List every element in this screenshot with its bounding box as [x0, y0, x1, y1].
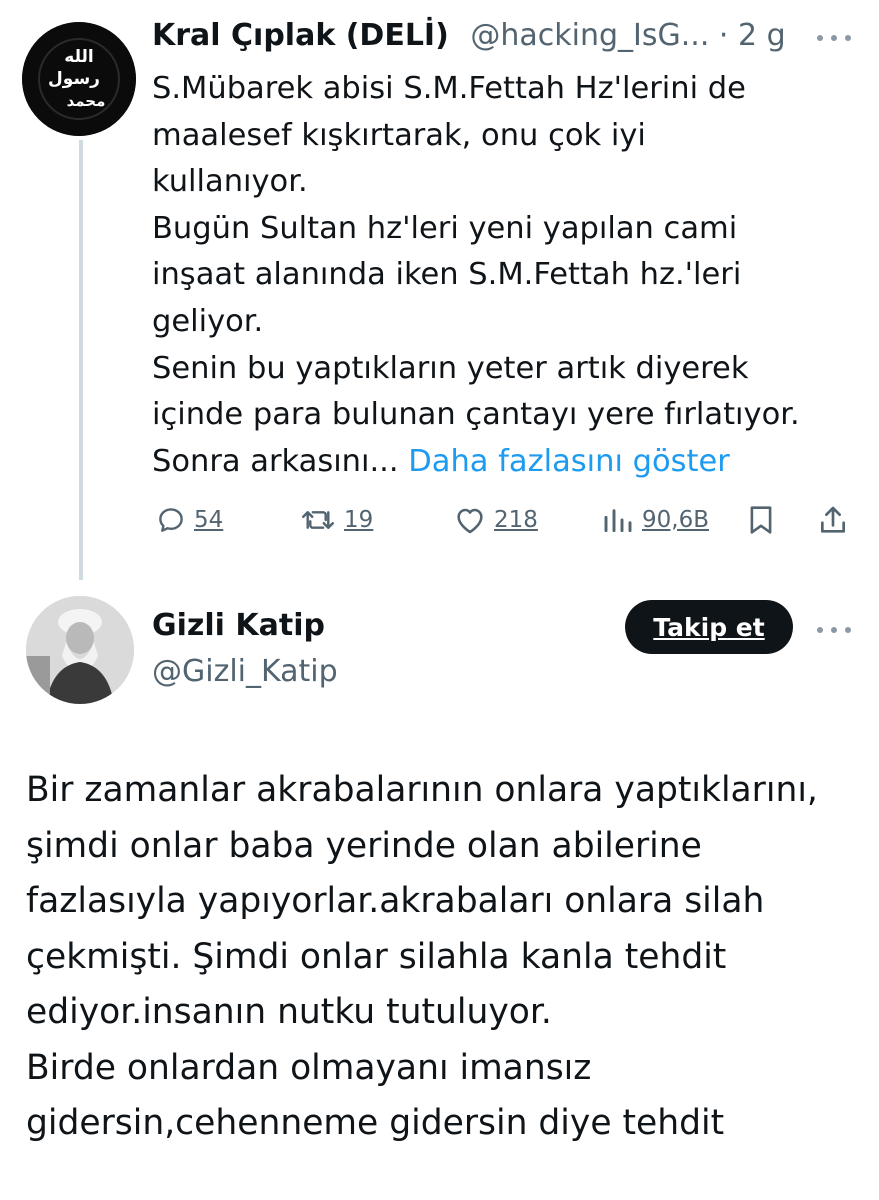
svg-text:رسول: رسول	[48, 69, 100, 89]
show-more-link[interactable]: Daha fazlasını göster	[408, 444, 730, 479]
more-icon[interactable]	[817, 624, 851, 636]
follow-button[interactable]: Takip et	[625, 600, 793, 654]
avatar[interactable]: الله رسول محمد	[22, 22, 136, 136]
views-icon	[604, 509, 632, 533]
author-handle[interactable]: @hacking_IsG...	[470, 18, 709, 53]
svg-text:الله: الله	[64, 47, 93, 67]
profile-photo	[26, 596, 134, 704]
like-count: 218	[494, 507, 538, 533]
author-name[interactable]: Gizli Katip	[152, 608, 325, 643]
tweet-body: Bir zamanlar akrabalarının onlara yaptık…	[26, 770, 818, 1143]
avatar[interactable]	[26, 596, 134, 704]
retweet-icon	[301, 511, 335, 529]
views-button[interactable]: 90,6B	[602, 498, 709, 542]
thread-line	[79, 140, 83, 580]
bookmark-icon	[750, 506, 772, 534]
author-handle[interactable]: @Gizli_Katip	[152, 654, 338, 689]
retweet-count: 19	[344, 507, 374, 533]
like-button[interactable]: 218	[454, 498, 538, 542]
tweet-body: S.Mübarek abisi S.M.Fettah Hz'lerini de …	[152, 71, 800, 479]
retweet-button[interactable]: 19	[300, 498, 373, 542]
bookmark-button[interactable]	[748, 498, 774, 542]
svg-text:محمد: محمد	[67, 92, 106, 110]
view-count: 90,6B	[642, 507, 709, 533]
share-icon	[821, 506, 846, 533]
tweet-time[interactable]: 2 g	[738, 18, 786, 53]
reply-count: 54	[194, 507, 224, 533]
meta-separator: ·	[709, 18, 738, 53]
tweet-text: S.Mübarek abisi S.M.Fettah Hz'lerini de …	[152, 66, 852, 485]
more-icon[interactable]	[817, 32, 851, 44]
reply-button[interactable]: 54	[156, 498, 223, 542]
share-button[interactable]	[818, 498, 848, 542]
like-icon	[457, 508, 483, 534]
reply-icon	[159, 508, 183, 532]
seal-logo: الله رسول محمد	[22, 22, 136, 136]
author-name[interactable]: Kral Çıplak (DELİ)	[152, 18, 449, 53]
tweet-actions: 54 19 218 90,6B	[150, 498, 858, 542]
tweet-header: Kral Çıplak (DELİ) @hacking_IsG... · 2 g	[152, 18, 859, 62]
